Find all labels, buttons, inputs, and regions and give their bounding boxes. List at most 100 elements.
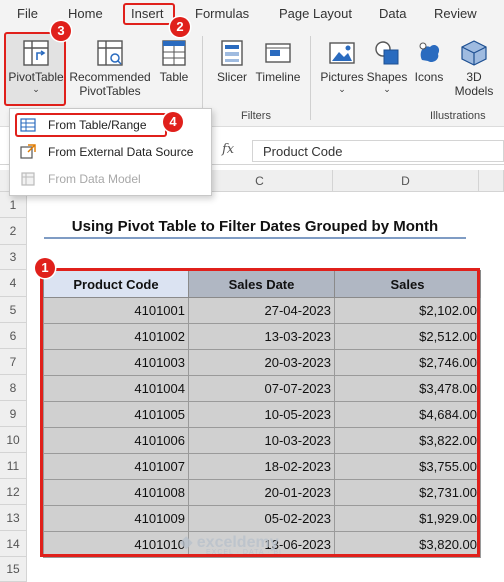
cell-sales-date[interactable]: 05-02-2023	[188, 505, 335, 532]
icons-button[interactable]: Icons	[410, 38, 448, 84]
timeline-icon	[265, 43, 291, 63]
row-header[interactable]: 4	[0, 270, 27, 297]
table-icon	[162, 40, 186, 66]
3d-models-label-line2: Models	[454, 84, 494, 98]
tab-data[interactable]: Data	[379, 6, 406, 21]
row-header[interactable]: 2	[0, 218, 27, 245]
table-row: 4101003 20-03-2023 $2,746.00	[43, 349, 481, 376]
cell-sales[interactable]: $3,478.00	[334, 375, 481, 402]
table-row: 4101008 20-01-2023 $2,731.00	[43, 479, 481, 506]
cell-sales-date[interactable]: 27-04-2023	[188, 297, 335, 324]
cell-sales-date[interactable]: 18-02-2023	[188, 453, 335, 480]
cell-product-code[interactable]: 4101008	[43, 479, 189, 506]
row-header[interactable]: 8	[0, 375, 27, 401]
row-header[interactable]: 14	[0, 531, 27, 557]
table-row: 4101002 13-03-2023 $2,512.00	[43, 323, 481, 350]
recommended-pivottables-button[interactable]: Recommended PivotTables	[68, 38, 152, 98]
tab-file[interactable]: File	[17, 6, 38, 21]
pivottable-button[interactable]: PivotTable ⌄	[6, 38, 66, 94]
pictures-button[interactable]: Pictures ⌄	[318, 38, 366, 94]
cell-sales[interactable]: $4,684.00	[334, 401, 481, 428]
shapes-label: Shapes	[366, 70, 408, 84]
row-header[interactable]: 12	[0, 479, 27, 505]
table-row: 4101007 18-02-2023 $3,755.00	[43, 453, 481, 480]
table-button[interactable]: Table	[154, 38, 194, 84]
cell-sales-date[interactable]: 13-03-2023	[188, 323, 335, 350]
slicer-label: Slicer	[216, 70, 247, 84]
row-header[interactable]: 11	[0, 453, 27, 479]
row-header[interactable]: 5	[0, 297, 27, 323]
cell-product-code[interactable]: 4101001	[43, 297, 189, 324]
cell-sales-date[interactable]: 10-03-2023	[188, 427, 335, 454]
cell-product-code[interactable]: 4101006	[43, 427, 189, 454]
step-badge-2: 2	[170, 17, 190, 37]
cell-sales[interactable]: $1,929.00	[334, 505, 481, 532]
cell-product-code[interactable]: 4101010	[43, 531, 189, 558]
cell-sales-date[interactable]: 10-05-2023	[188, 401, 335, 428]
row-header[interactable]: 9	[0, 401, 27, 427]
3d-models-button[interactable]: 3D Models	[448, 38, 500, 98]
timeline-label: Timeline	[255, 70, 301, 84]
header-sales[interactable]: Sales	[334, 270, 481, 298]
cell-sales[interactable]: $2,512.00	[334, 323, 481, 350]
column-header-d[interactable]: D	[333, 170, 479, 192]
cell-product-code[interactable]: 4101004	[43, 375, 189, 402]
row-header[interactable]: 6	[0, 323, 27, 349]
column-header-e[interactable]	[479, 170, 504, 192]
recommended-label-line2: PivotTables	[79, 84, 141, 98]
menu-item-from-external-data-source[interactable]: From External Data Source	[10, 140, 209, 164]
row-header[interactable]: 7	[0, 349, 27, 375]
cell-sales-date[interactable]: 20-03-2023	[188, 349, 335, 376]
watermark-tagline: EXCEL · DATA · BI	[206, 549, 282, 556]
cell-sales[interactable]: $2,746.00	[334, 349, 481, 376]
cell-sales-date[interactable]: 07-07-2023	[188, 375, 335, 402]
cell-product-code[interactable]: 4101007	[43, 453, 189, 480]
tab-formulas[interactable]: Formulas	[195, 6, 249, 21]
header-product-code[interactable]: Product Code	[43, 270, 189, 298]
shapes-button[interactable]: Shapes ⌄	[366, 38, 408, 94]
cell-product-code[interactable]: 4101005	[43, 401, 189, 428]
3d-models-icon	[461, 40, 487, 66]
cell-sales[interactable]: $3,755.00	[334, 453, 481, 480]
row-header[interactable]: 15	[0, 557, 27, 582]
data-table: Product Code Sales Date Sales 4101001 27-…	[43, 270, 481, 558]
cell-sales[interactable]: $2,731.00	[334, 479, 481, 506]
chevron-down-icon: ⌄	[338, 84, 346, 94]
table-row: 4101009 05-02-2023 $1,929.00	[43, 505, 481, 532]
row-header[interactable]: 13	[0, 505, 27, 531]
tab-page-layout[interactable]: Page Layout	[279, 6, 352, 21]
cell-sales[interactable]: $2,102.00	[334, 297, 481, 324]
from-table-range-highlight	[15, 113, 167, 137]
pivottable-label: PivotTable	[8, 70, 64, 84]
header-sales-date[interactable]: Sales Date	[188, 270, 335, 298]
formula-input[interactable]: Product Code	[252, 140, 504, 162]
cell-sales[interactable]: $3,820.00	[334, 531, 481, 558]
table-row: 4101006 10-03-2023 $3,822.00	[43, 427, 481, 454]
step-badge-4: 4	[163, 112, 183, 132]
table-label: Table	[159, 70, 189, 84]
recommended-pivottables-icon	[97, 40, 123, 66]
filters-group-label: Filters	[241, 110, 271, 122]
pivottable-icon	[23, 40, 49, 66]
pictures-label: Pictures	[320, 70, 364, 84]
chevron-down-icon: ⌄	[32, 84, 40, 94]
cell-sales-date[interactable]: 20-01-2023	[188, 479, 335, 506]
shapes-icon	[375, 41, 399, 65]
menu-item-label: From Data Model	[48, 172, 141, 186]
insert-tab-highlight	[123, 3, 175, 25]
cell-sales[interactable]: $3,822.00	[334, 427, 481, 454]
icons-icon	[419, 42, 440, 63]
tab-review[interactable]: Review	[434, 6, 477, 21]
tab-home[interactable]: Home	[68, 6, 103, 21]
cell-product-code[interactable]: 4101009	[43, 505, 189, 532]
row-header[interactable]: 3	[0, 245, 27, 270]
timeline-button[interactable]: Timeline	[254, 38, 302, 84]
ribbon-tabs: File Home Insert Formulas Page Layout Da…	[0, 0, 504, 30]
row-header[interactable]: 10	[0, 427, 27, 453]
slicer-button[interactable]: Slicer	[212, 38, 252, 84]
cell-product-code[interactable]: 4101003	[43, 349, 189, 376]
watermark: ◆ exceldemy EXCEL · DATA · BI	[180, 532, 282, 556]
slicer-icon	[221, 40, 243, 66]
cell-product-code[interactable]: 4101002	[43, 323, 189, 350]
fx-icon[interactable]: fx	[222, 142, 234, 157]
